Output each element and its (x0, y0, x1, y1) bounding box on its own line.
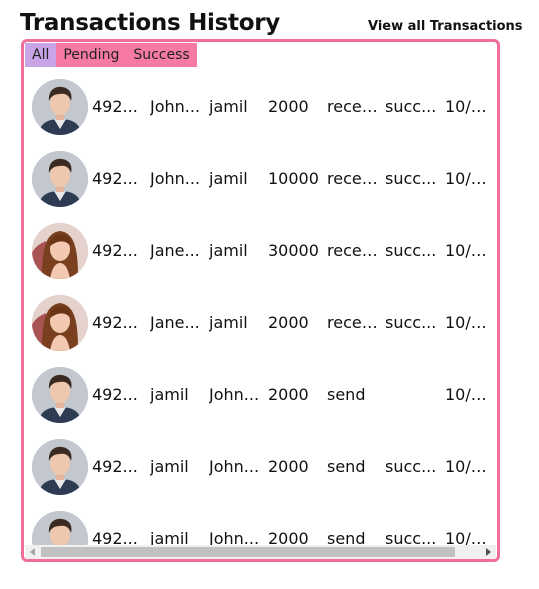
sender-name-cell: John... (150, 169, 201, 188)
amount-cell: 30000 (268, 241, 319, 260)
transaction-type-cell: recei... (327, 313, 381, 332)
transaction-type-cell: send (327, 529, 366, 545)
amount-cell: 2000 (268, 97, 309, 116)
transactions-list[interactable]: 492... John... jamil 2000 recei... succ... 10/… (24, 67, 497, 545)
transaction-type-cell: send (327, 385, 366, 404)
male-avatar-image (32, 367, 88, 423)
status-cell: succ... (385, 241, 437, 260)
transaction-type-cell: recei... (327, 241, 381, 260)
transaction-row[interactable]: 492... Jane... jamil 30000 recei... succ... 10… (24, 218, 497, 290)
scroll-right-icon[interactable] (486, 548, 491, 556)
transaction-row[interactable]: 492... jamil John... 2000 send succ... 10/7... (24, 434, 497, 506)
transactions-panel: All Pending Success 492... John... jamil 20… (21, 39, 500, 562)
tab-pending[interactable]: Pending (56, 43, 127, 67)
amount-cell: 2000 (268, 385, 309, 404)
receiver-name-cell: jamil (209, 97, 248, 116)
status-cell: succ... (385, 313, 437, 332)
transaction-id-cell: 492... (92, 97, 138, 116)
transaction-row[interactable]: 492... John... jamil 10000 recei... succ... 10… (24, 146, 497, 218)
male-avatar-image (32, 511, 88, 545)
date-cell: 10/7... (445, 385, 495, 404)
date-cell: 10/7... (445, 313, 495, 332)
filter-tabs: All Pending Success (25, 43, 197, 67)
female-avatar-image (32, 223, 88, 279)
sender-name-cell: jamil (150, 457, 189, 476)
sender-name-cell: Jane... (150, 241, 200, 260)
scrollbar-thumb[interactable] (41, 547, 455, 557)
date-cell: 10/7... (445, 529, 495, 545)
transaction-type-cell: recei... (327, 169, 381, 188)
receiver-name-cell: jamil (209, 169, 248, 188)
date-cell: 10/7... (445, 457, 495, 476)
tab-success[interactable]: Success (126, 43, 197, 67)
sender-name-cell: jamil (150, 529, 189, 545)
status-cell: succ... (385, 97, 437, 116)
receiver-name-cell: John... (209, 385, 260, 404)
status-cell: succ... (385, 529, 437, 545)
receiver-name-cell: John... (209, 457, 260, 476)
male-avatar-image (32, 79, 88, 135)
male-avatar-image (32, 439, 88, 495)
transaction-type-cell: send (327, 457, 366, 476)
receiver-name-cell: jamil (209, 241, 248, 260)
transaction-id-cell: 492... (92, 169, 138, 188)
female-avatar-image (32, 295, 88, 351)
amount-cell: 2000 (268, 457, 309, 476)
horizontal-scrollbar[interactable] (25, 545, 496, 559)
transaction-id-cell: 492... (92, 241, 138, 260)
transaction-id-cell: 492... (92, 385, 138, 404)
sender-name-cell: Jane... (150, 313, 200, 332)
transaction-row[interactable]: 492... jamil John... 2000 send succ... 10/7... (24, 506, 497, 545)
receiver-name-cell: John... (209, 529, 260, 545)
date-cell: 10/7... (445, 241, 495, 260)
receiver-name-cell: jamil (209, 313, 248, 332)
status-cell: succ... (385, 169, 437, 188)
male-avatar-image (32, 151, 88, 207)
sender-name-cell: jamil (150, 385, 189, 404)
date-cell: 10/7... (445, 97, 495, 116)
status-cell: succ... (385, 457, 437, 476)
amount-cell: 2000 (268, 529, 309, 545)
tab-all[interactable]: All (25, 43, 57, 67)
date-cell: 10/7... (445, 169, 495, 188)
transaction-id-cell: 492... (92, 529, 138, 545)
amount-cell: 10000 (268, 169, 319, 188)
transaction-row[interactable]: 492... jamil John... 2000 send 10/7... (24, 362, 497, 434)
view-all-transactions-link[interactable]: View all Transactions (368, 18, 523, 36)
amount-cell: 2000 (268, 313, 309, 332)
scroll-left-icon[interactable] (30, 548, 35, 556)
transaction-id-cell: 492... (92, 313, 138, 332)
transaction-row[interactable]: 492... John... jamil 2000 recei... succ... 10/… (24, 74, 497, 146)
page-title: Transactions History (20, 10, 280, 36)
transaction-id-cell: 492... (92, 457, 138, 476)
sender-name-cell: John... (150, 97, 201, 116)
transaction-type-cell: recei... (327, 97, 381, 116)
transaction-row[interactable]: 492... Jane... jamil 2000 recei... succ... 10/… (24, 290, 497, 362)
